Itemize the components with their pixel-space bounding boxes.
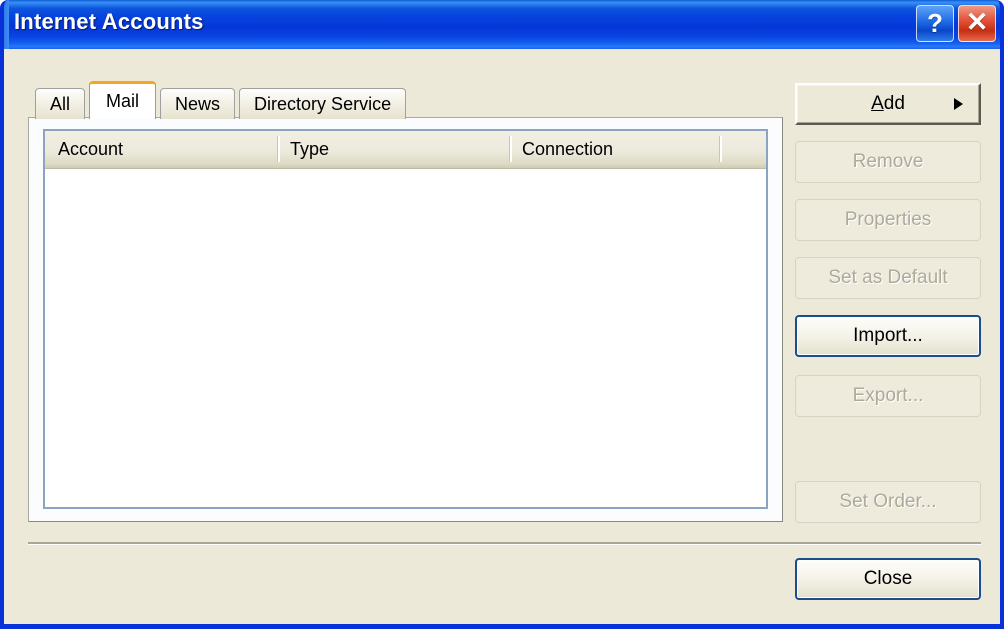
column-header-type-label: Type bbox=[290, 139, 330, 159]
account-list-body[interactable] bbox=[45, 169, 766, 506]
tab-strip: All Mail News Directory Service bbox=[35, 81, 410, 119]
tab-news-label: News bbox=[175, 93, 221, 114]
internet-accounts-dialog: Internet Accounts ? ✕ All Mail News Dire… bbox=[0, 0, 1004, 629]
set-as-default-button-label: Set as Default bbox=[828, 267, 948, 288]
remove-button-label: Remove bbox=[852, 151, 924, 172]
tab-directory-service[interactable]: Directory Service bbox=[239, 88, 407, 119]
add-button-rest: dd bbox=[883, 93, 905, 114]
close-icon: ✕ bbox=[965, 7, 989, 37]
column-header-account[interactable]: Account bbox=[45, 131, 277, 168]
tab-mail-label: Mail bbox=[106, 91, 140, 111]
column-header-connection[interactable]: Connection bbox=[509, 131, 719, 168]
export-button-label: Export... bbox=[852, 385, 924, 406]
account-list-view[interactable]: Account Type Connection bbox=[43, 129, 768, 509]
column-header-account-label: Account bbox=[58, 139, 124, 159]
tab-directory-service-label: Directory Service bbox=[254, 93, 392, 114]
close-window-button[interactable]: ✕ bbox=[958, 5, 996, 42]
chevron-right-icon bbox=[954, 98, 963, 110]
window-title: Internet Accounts bbox=[14, 9, 204, 34]
import-button[interactable]: Import... bbox=[795, 315, 981, 357]
title-bar-buttons: ? ✕ bbox=[916, 5, 996, 42]
column-header-extra[interactable] bbox=[719, 131, 766, 168]
tab-all[interactable]: All bbox=[35, 88, 86, 119]
set-order-button: Set Order... bbox=[795, 481, 981, 523]
set-order-button-label: Set Order... bbox=[839, 491, 937, 512]
properties-button-label: Properties bbox=[844, 209, 932, 230]
title-bar[interactable]: Internet Accounts ? ✕ bbox=[4, 0, 1000, 49]
import-button-label: Import... bbox=[853, 325, 923, 346]
export-button: Export... bbox=[795, 375, 981, 417]
account-list-header: Account Type Connection bbox=[45, 131, 766, 169]
remove-button: Remove bbox=[795, 141, 981, 183]
tab-mail[interactable]: Mail bbox=[89, 81, 157, 119]
column-header-connection-label: Connection bbox=[522, 139, 614, 159]
tab-all-label: All bbox=[50, 93, 71, 114]
add-button-accel: A bbox=[871, 93, 884, 114]
add-button[interactable]: Add bbox=[795, 83, 981, 125]
add-button-label: Add bbox=[871, 93, 905, 115]
column-header-type[interactable]: Type bbox=[277, 131, 509, 168]
dialog-client-area: All Mail News Directory Service Account … bbox=[4, 49, 1000, 624]
help-button[interactable]: ? bbox=[916, 5, 954, 42]
question-mark-icon: ? bbox=[927, 7, 943, 38]
tab-panel-mail: Account Type Connection bbox=[28, 117, 783, 522]
properties-button: Properties bbox=[795, 199, 981, 241]
tab-news[interactable]: News bbox=[160, 88, 236, 119]
close-button[interactable]: Close bbox=[795, 558, 981, 600]
footer-separator bbox=[28, 542, 981, 545]
set-as-default-button: Set as Default bbox=[795, 257, 981, 299]
close-button-label: Close bbox=[863, 568, 913, 589]
